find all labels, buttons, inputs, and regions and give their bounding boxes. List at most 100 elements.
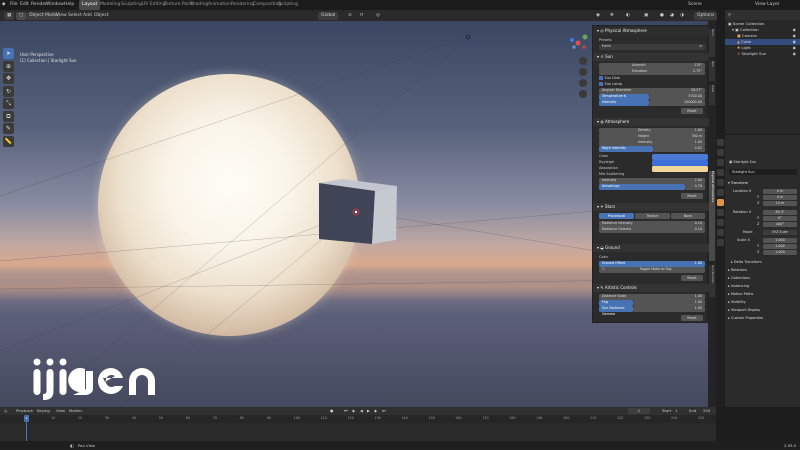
night-intensity-field[interactable]: Night Intensity	[599, 146, 653, 152]
move-tool-icon[interactable]: ✥	[3, 73, 14, 84]
stars-tab-none[interactable]: None	[671, 213, 705, 219]
visibility-section[interactable]: ▸ Visibility	[728, 300, 746, 305]
ground-reset-button[interactable]: Reset	[681, 275, 703, 281]
atmosphere-reset-button[interactable]: Reset	[681, 193, 703, 199]
scale-y-field[interactable]: 1.000	[763, 244, 797, 249]
angular-diameter-field[interactable]: Angular Diameter 28.27°	[599, 88, 705, 94]
shading-rendered-icon[interactable]: ◑	[680, 10, 684, 21]
menu-object[interactable]: Object	[94, 10, 109, 21]
cube-side[interactable]	[372, 186, 397, 244]
menu-select[interactable]: Select	[68, 10, 82, 21]
elevation-field[interactable]: Elevation 2.72°	[599, 69, 705, 75]
location-y-field[interactable]: 0 m	[763, 195, 797, 200]
view-navigation-buttons[interactable]	[579, 57, 587, 98]
navigation-gizmo[interactable]	[570, 34, 588, 50]
scale-z-field[interactable]: 1.000	[763, 250, 797, 255]
tab-scripting[interactable]: Scripting	[275, 0, 301, 10]
tab-item[interactable]: Item	[709, 29, 715, 57]
next-key-icon[interactable]: ◆	[374, 407, 377, 415]
timeline-ruler[interactable]: 0102030405060708090100110120130140150160…	[0, 415, 716, 423]
sun-reset-button[interactable]: Reset	[681, 108, 703, 114]
ground-offset-field[interactable]: Ground Offset 1.00	[599, 261, 705, 267]
rayleigh-color-swatch[interactable]	[652, 160, 708, 166]
transform-tool-icon[interactable]: ⧉	[3, 110, 14, 122]
scale-x-field[interactable]: 1.000	[763, 238, 797, 243]
xray-icon[interactable]: ▣	[644, 10, 648, 21]
menu-view[interactable]: View	[56, 10, 67, 21]
menu-edit[interactable]: Edit	[20, 0, 29, 10]
object-props-icon[interactable]	[717, 199, 724, 206]
anisotropy-value-field[interactable]: 0.76	[685, 184, 705, 190]
sun-intensity-value-field[interactable]: 200000.00	[649, 100, 705, 106]
prev-key-icon[interactable]: ◆	[352, 407, 355, 415]
density-field[interactable]: Density 1.00	[599, 128, 705, 134]
shading-solid-icon[interactable]: ●	[660, 10, 664, 21]
menu-file[interactable]: File	[10, 0, 18, 10]
scene-props-icon[interactable]	[717, 179, 724, 186]
stars-tab-procedural[interactable]: Procedural	[599, 213, 634, 219]
physics-props-icon[interactable]	[717, 219, 724, 226]
playhead[interactable]: 1	[24, 415, 29, 422]
ground-section-header[interactable]: ▾ ◒ Ground	[593, 244, 709, 252]
jump-end-icon[interactable]: ⏭	[382, 407, 385, 415]
delta-transform-section[interactable]: ▸ Delta Transform	[731, 260, 762, 265]
artistic-reset-button[interactable]: Reset	[681, 315, 703, 321]
tab-view[interactable]: View	[709, 85, 715, 105]
select-tool-icon[interactable]: ➤	[3, 48, 14, 59]
absorption-color-swatch[interactable]	[652, 166, 708, 172]
motion-paths-section[interactable]: ▸ Motion Paths	[728, 292, 753, 297]
menu-render[interactable]: Render	[31, 0, 47, 10]
stars-section-header[interactable]: ▾ ✦ Stars	[593, 203, 709, 211]
tab-tool[interactable]: Tool	[709, 61, 715, 81]
atmosphere-section-header[interactable]: ▾ ◍ Atmosphere	[593, 118, 709, 126]
panel-title[interactable]: ▾ ◎ Physical Atmosphere	[593, 27, 709, 35]
render-props-icon[interactable]	[717, 149, 724, 156]
visibility-eye-icon[interactable]: ◉	[793, 51, 796, 57]
sun-disk-checkbox[interactable]: Sun Disk	[599, 76, 620, 81]
height-field[interactable]: Height 780 m	[599, 134, 705, 140]
artistic-section-header[interactable]: ▾ ✎ Artistic Controls	[593, 284, 709, 292]
menu-add[interactable]: Add	[83, 10, 92, 21]
location-z-field[interactable]: 10 m	[763, 201, 797, 206]
sun-radiance-gamma-value-field[interactable]: 1.00	[633, 306, 705, 312]
instancing-section[interactable]: ▸ Instancing	[728, 284, 749, 289]
timeline-editor-icon[interactable]: ◷	[4, 407, 7, 415]
view-layer-props-icon[interactable]	[717, 169, 724, 176]
scene-selector[interactable]: Scene	[688, 0, 702, 10]
gizmo-icon[interactable]: ✥	[610, 10, 614, 21]
jump-start-icon[interactable]: ⏮	[344, 407, 347, 415]
transform-orientation-dropdown[interactable]: Global	[318, 11, 339, 20]
scale-tool-icon[interactable]: ⤡	[3, 98, 14, 109]
outliner-item-starlight-sun[interactable]: ☼ Starlight Sun ◉	[725, 51, 800, 57]
toggle-material-fog-button[interactable]: ☐ Toggle Material Fog	[599, 267, 705, 273]
fog-value-field[interactable]: 1.00	[633, 300, 705, 306]
rotation-y-field[interactable]: 0°	[763, 216, 797, 221]
start-field[interactable]: 1	[675, 407, 677, 415]
radiance-intensity-field[interactable]: Radiance Intensity 0.10	[599, 221, 705, 227]
menu-help[interactable]: Help	[64, 0, 74, 10]
atmosphere-color-swatch[interactable]	[652, 154, 708, 160]
select-box-icon[interactable]: ▢	[16, 11, 27, 20]
relations-section[interactable]: ▸ Relations	[728, 268, 747, 273]
play-icon[interactable]: ▶	[367, 407, 370, 415]
fog-field[interactable]: Fog	[599, 300, 633, 306]
temperature-field[interactable]: Temperature K	[599, 94, 649, 100]
annotate-tool-icon[interactable]: ✎	[3, 123, 14, 134]
custom-properties-section[interactable]: ▸ Custom Properties	[728, 316, 763, 321]
sun-section-header[interactable]: ▾ ☼ Sun	[593, 53, 709, 61]
stars-tab-texture[interactable]: Texture	[635, 213, 670, 219]
cursor-tool-icon[interactable]: ⊕	[3, 60, 14, 72]
tool-props-icon[interactable]	[717, 139, 724, 146]
world-props-icon[interactable]	[717, 189, 724, 196]
temperature-value-field[interactable]: 5700.00	[649, 94, 705, 100]
transform-section-header[interactable]: ▾ Transform	[728, 181, 748, 186]
sun-lamp-checkbox[interactable]: Sun Lamp	[599, 82, 623, 87]
object-name-field[interactable]: Starlight Sun	[729, 169, 797, 175]
radiance-gamma-field[interactable]: Radiance Gamma 0.10	[599, 227, 705, 233]
rotate-tool-icon[interactable]: ↻	[3, 85, 14, 97]
menu-marker[interactable]: Marker	[69, 407, 82, 415]
anisotropy-field[interactable]: Anisotropy	[599, 184, 685, 190]
mie-intensity-field[interactable]: Intensity 2.00	[599, 178, 705, 184]
measure-tool-icon[interactable]: 📏	[3, 135, 14, 147]
visibility-icon[interactable]: ◉	[596, 10, 600, 21]
